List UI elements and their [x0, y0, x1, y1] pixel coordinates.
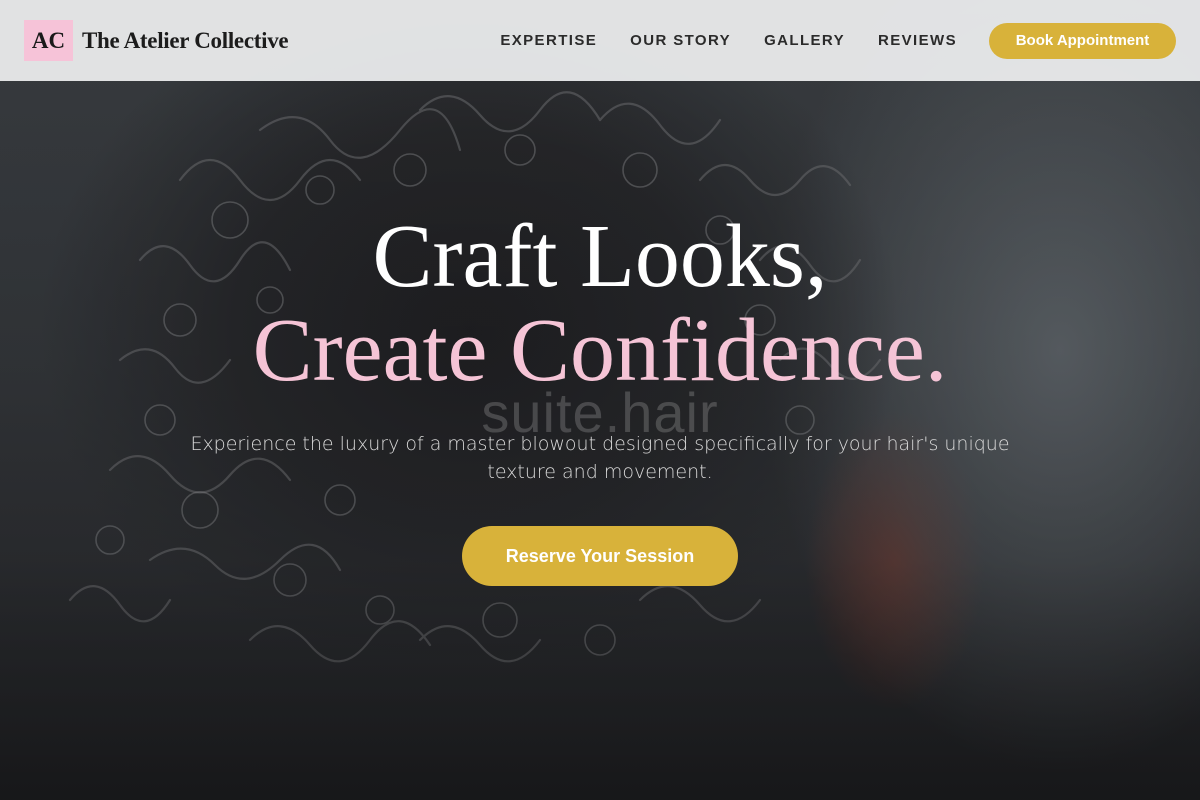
headline-line-1: Craft Looks, — [372, 207, 828, 306]
brand-name[interactable]: The Atelier Collective — [82, 28, 289, 54]
nav-link-reviews[interactable]: REVIEWS — [878, 32, 957, 49]
main-nav: EXPERTISE OUR STORY GALLERY REVIEWS Book… — [500, 22, 1176, 59]
logo[interactable]: AC — [24, 20, 73, 61]
reserve-session-button[interactable]: Reserve Your Session — [462, 526, 738, 586]
hero-subtitle: Experience the luxury of a master blowou… — [190, 433, 1010, 483]
brand[interactable]: AC The Atelier Collective — [24, 20, 289, 61]
nav-link-expertise[interactable]: EXPERTISE — [500, 32, 597, 49]
book-appointment-button[interactable]: Book Appointment — [989, 22, 1176, 59]
hero-headline: Craft Looks, Create Confidence. — [0, 210, 1200, 398]
site-header: AC The Atelier Collective EXPERTISE OUR … — [0, 0, 1200, 81]
nav-link-gallery[interactable]: GALLERY — [764, 32, 845, 49]
nav-link-our-story[interactable]: OUR STORY — [630, 32, 731, 49]
